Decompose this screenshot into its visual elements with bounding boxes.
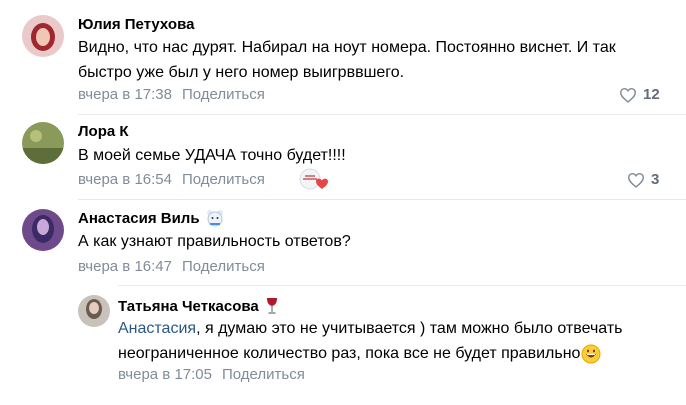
- comment-text-part: неограниченное количество раз, пока все …: [118, 345, 581, 362]
- comment-text: Видно, что нас дурят. Набирал на ноут но…: [78, 35, 616, 85]
- heart-icon: [619, 87, 637, 103]
- divider: [78, 199, 686, 200]
- avatar[interactable]: [78, 295, 110, 327]
- comment-text-line: неограниченное количество раз, пока все …: [118, 341, 623, 366]
- comment-meta: вчера в 17:05 Поделиться: [118, 366, 305, 383]
- like-count: 12: [643, 86, 660, 103]
- share-button[interactable]: Поделиться: [182, 258, 265, 275]
- grinning-face-icon: [581, 344, 601, 363]
- avatar[interactable]: [22, 122, 64, 164]
- comment-text-line: А как узнают правильность ответов?: [78, 233, 351, 250]
- comment-meta: вчера в 16:54 Поделиться: [78, 171, 265, 188]
- timestamp[interactable]: вчера в 17:38: [78, 86, 172, 103]
- timestamp[interactable]: вчера в 17:05: [118, 366, 212, 383]
- like-button[interactable]: 3: [627, 171, 659, 188]
- comment-text-part: , я думаю это не учитывается ) там можно…: [196, 320, 623, 337]
- author-name[interactable]: Лора К: [78, 123, 129, 140]
- comment-text-line: Видно, что нас дурят. Набирал на ноут но…: [78, 39, 616, 56]
- share-button[interactable]: Поделиться: [222, 366, 305, 383]
- comment-text-line: В моей семье УДАЧА точно будет!!!!: [78, 147, 346, 164]
- heart-icon: [627, 172, 645, 188]
- comment-author[interactable]: Татьяна Четкасова: [118, 297, 279, 315]
- author-name[interactable]: Анастасия Виль: [78, 210, 200, 227]
- comment-text: В моей семье УДАЧА точно будет!!!!: [78, 143, 346, 168]
- wine-glass-icon: [266, 298, 277, 314]
- avatar[interactable]: [22, 209, 64, 251]
- comment-text: Анастасия, я думаю это не учитывается ) …: [118, 316, 623, 366]
- divider: [118, 285, 686, 286]
- avatar[interactable]: [22, 15, 64, 57]
- comment-author[interactable]: Юлия Петухова: [78, 16, 194, 33]
- share-button[interactable]: Поделиться: [182, 86, 265, 103]
- comment-author[interactable]: Анастасия Виль: [78, 209, 224, 227]
- reaction-icons[interactable]: [298, 167, 330, 191]
- author-name[interactable]: Татьяна Четкасова: [118, 298, 259, 315]
- comment-text: А как узнают правильность ответов?: [78, 229, 351, 254]
- author-name[interactable]: Юлия Петухова: [78, 16, 194, 33]
- timestamp[interactable]: вчера в 16:47: [78, 258, 172, 275]
- bear-sticker-icon: [206, 210, 223, 227]
- heart-icon: [316, 178, 328, 189]
- like-count: 3: [651, 171, 660, 188]
- comment-text-line: Анастасия, я думаю это не учитывается ) …: [118, 316, 623, 341]
- comment-meta: вчера в 17:38 Поделиться: [78, 86, 265, 103]
- share-button[interactable]: Поделиться: [182, 171, 265, 188]
- like-button[interactable]: 12: [619, 86, 660, 103]
- comment-author[interactable]: Лора К: [78, 123, 129, 140]
- divider: [78, 114, 686, 115]
- comment-meta: вчера в 16:47 Поделиться: [78, 258, 265, 275]
- mention-link[interactable]: Анастасия: [118, 320, 196, 337]
- comment-text-line: быстро уже был у него номер выигрввшего.: [78, 64, 405, 81]
- timestamp[interactable]: вчера в 16:54: [78, 171, 172, 188]
